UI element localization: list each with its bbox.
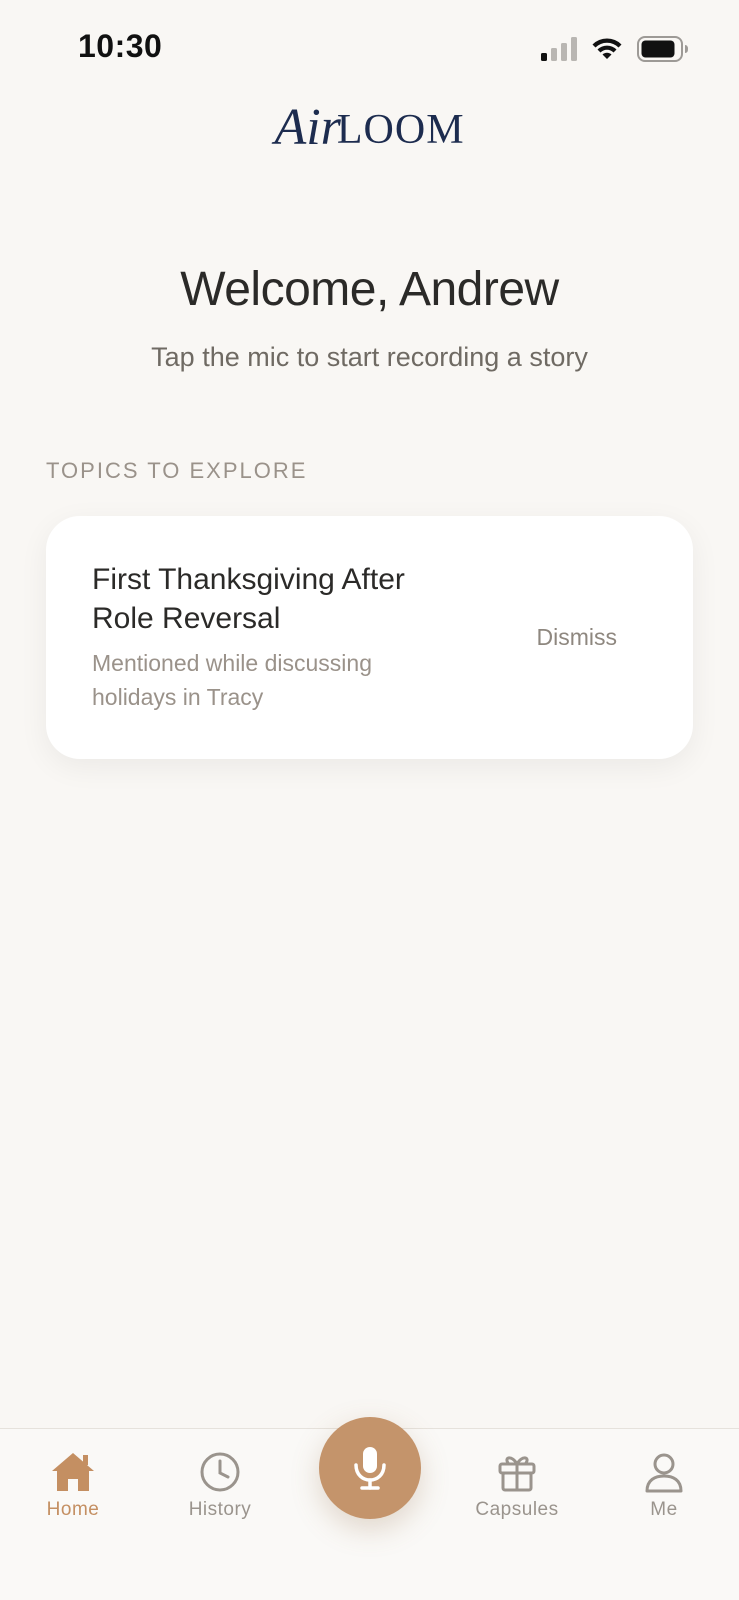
logo-script-text: Air <box>274 99 341 156</box>
home-screen: 10:30 Air LOOM Welcome, Andrew Tap the m… <box>0 0 739 1600</box>
gift-icon <box>498 1456 536 1492</box>
topic-card-title: First Thanksgiving After Role Reversal <box>92 563 405 635</box>
welcome-title: Welcome, Andrew <box>180 263 559 316</box>
topic-card[interactable]: First Thanksgiving After Role Reversal M… <box>46 516 693 759</box>
dismiss-button[interactable]: Dismiss <box>537 624 618 651</box>
tab-home[interactable]: Home <box>13 1451 133 1521</box>
person-icon <box>645 1453 683 1493</box>
logo-serif-text: LOOM <box>336 107 465 153</box>
tab-home-label: Home <box>46 1499 100 1520</box>
tab-capsules[interactable]: Capsules <box>457 1451 577 1521</box>
tab-me[interactable]: Me <box>604 1451 724 1521</box>
wifi-icon <box>592 38 622 59</box>
tab-capsules-label: Capsules <box>475 1499 559 1520</box>
welcome-subtitle: Tap the mic to start recording a story <box>151 342 588 372</box>
signal-icon <box>541 37 577 61</box>
status-icons <box>541 36 689 62</box>
tab-me-label: Me <box>650 1499 678 1520</box>
tab-history-label: History <box>188 1499 252 1520</box>
app-logo: Air LOOM <box>0 100 739 156</box>
topics-section-label: TOPICS TO EXPLORE <box>46 458 308 483</box>
status-time: 10:30 <box>78 28 163 64</box>
clock-icon <box>200 1452 240 1492</box>
battery-icon <box>637 36 688 62</box>
record-mic-button[interactable] <box>319 1417 421 1519</box>
microphone-icon <box>354 1447 386 1490</box>
home-icon <box>52 1453 94 1491</box>
tab-history[interactable]: History <box>160 1451 280 1521</box>
topic-card-subtitle: Mentioned while discussing holidays in T… <box>92 650 372 710</box>
